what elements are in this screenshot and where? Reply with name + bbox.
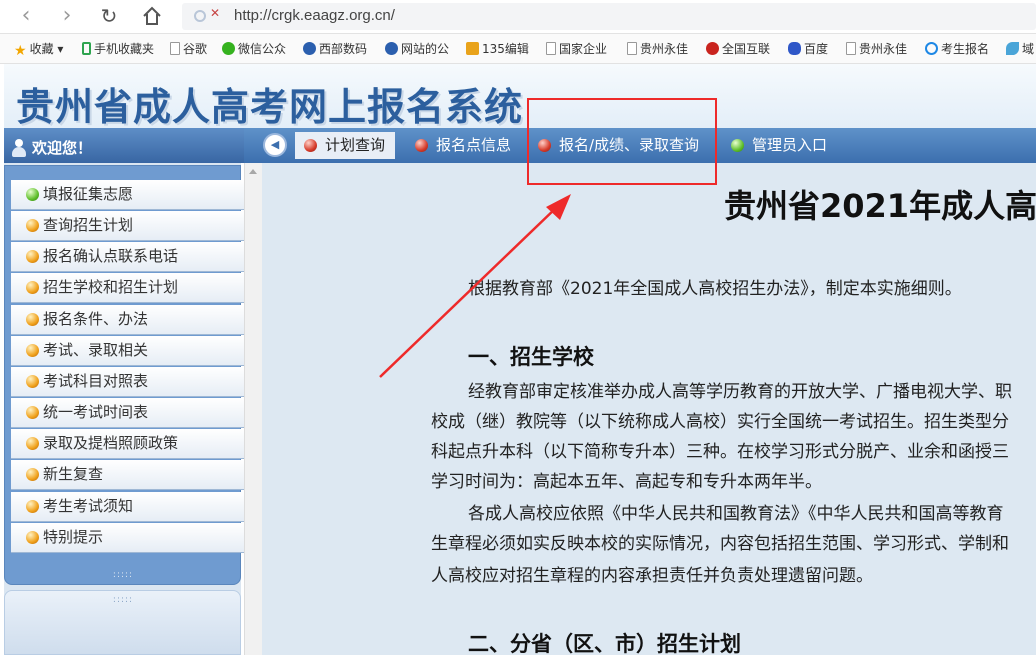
bookmark-item[interactable]: 网站的公 xyxy=(385,40,449,58)
bookmark-item[interactable]: 谷歌 xyxy=(170,40,207,58)
sidebar-secondary-panel: ::::: xyxy=(4,590,241,655)
highlight-box xyxy=(527,98,717,185)
sidebar-item[interactable]: 考试科目对照表 xyxy=(11,367,247,397)
doc-icon xyxy=(546,42,556,55)
site-header: 贵州省成人高考网上报名系统 xyxy=(4,64,1036,129)
collapse-sidebar-button[interactable]: ◀ xyxy=(263,133,287,157)
status-dot-icon xyxy=(26,437,39,450)
intro-paragraph: 根据教育部《2021年全国成人高校招生办法》，制定本实施细则。 xyxy=(468,279,962,299)
leaf-icon xyxy=(1006,42,1019,55)
sidebar: 填报征集志愿 查询招生计划 报名确认点联系电话 招生学校和招生计划 报名条件、办… xyxy=(4,163,247,655)
bookmark-item[interactable]: 国家企业 xyxy=(546,40,607,58)
status-dot-icon xyxy=(26,344,39,357)
emblem-icon xyxy=(706,42,719,55)
doc-icon xyxy=(846,42,856,55)
globe-icon xyxy=(303,42,316,55)
bookmark-item[interactable]: ★ 收藏 ▾ xyxy=(14,40,63,59)
sidebar-item[interactable]: 考生考试须知 xyxy=(11,492,247,522)
status-dot-icon xyxy=(26,531,39,544)
sidebar-menu-panel: 填报征集志愿 查询招生计划 报名确认点联系电话 招生学校和招生计划 报名条件、办… xyxy=(4,165,247,585)
status-dot-icon xyxy=(26,500,39,513)
sidebar-item[interactable]: 新生复查 xyxy=(11,460,247,490)
ring-icon xyxy=(925,42,938,55)
site-info-icon[interactable] xyxy=(194,10,206,22)
resize-grip-icon[interactable]: ::::: xyxy=(108,596,138,605)
chevron-left-icon[interactable]: ‹ xyxy=(14,5,38,29)
main-nav: 欢迎您！ ◀ 计划查询 报名点信息 报名/成绩、录取查询 管理员入口 xyxy=(4,128,1036,163)
document-title: 贵州省2021年成人高 xyxy=(724,187,1036,225)
status-dot-icon xyxy=(26,281,39,294)
status-dot-icon xyxy=(304,139,317,152)
scroll-up-icon[interactable] xyxy=(249,169,257,174)
home-icon[interactable] xyxy=(140,5,164,29)
bookmark-item[interactable]: 百度 xyxy=(788,40,828,58)
site-title: 贵州省成人高考网上报名系统 xyxy=(16,85,524,129)
status-dot-icon xyxy=(26,406,39,419)
globe-icon xyxy=(385,42,398,55)
bookmark-item[interactable]: 手机收藏夹 xyxy=(82,40,154,58)
browser-toolbar: ‹ › ↻ ✕ http://crgk.eaagz.org.cn/ xyxy=(0,0,1036,34)
resize-grip-icon[interactable]: ::::: xyxy=(108,571,138,580)
nav-plan-query[interactable]: 计划查询 xyxy=(295,132,396,159)
sidebar-item[interactable]: 查询招生计划 xyxy=(11,211,247,241)
wechat-icon xyxy=(222,42,235,55)
bookmark-item[interactable]: 西部数码 xyxy=(303,40,367,58)
paragraph-line: 各成人高校应依照《中华人民共和国教育法》《中华人民共和国高等教育 xyxy=(468,504,1004,524)
paragraph-line: 学习时间为：高起本五年、高起专和专升本两年半。 xyxy=(431,472,822,492)
bookmark-item[interactable]: 域 xyxy=(1006,40,1034,58)
welcome-block: 欢迎您！ xyxy=(4,128,244,163)
status-dot-icon xyxy=(26,188,39,201)
sidebar-item[interactable]: 报名条件、办法 xyxy=(11,305,247,335)
reload-icon[interactable]: ↻ xyxy=(97,5,121,29)
status-dot-icon xyxy=(415,139,428,152)
nav-admin-entry[interactable]: 管理员入口 xyxy=(722,132,837,159)
bookmark-item[interactable]: 135编辑 xyxy=(466,40,529,58)
sidebar-item[interactable]: 考试、录取相关 xyxy=(11,336,247,366)
insecure-icon: ✕ xyxy=(210,6,221,20)
doc-icon xyxy=(627,42,637,55)
bookmarks-bar: ★ 收藏 ▾ 手机收藏夹 谷歌 微信公众 西部数码 网站的公 135编辑 国家企业… xyxy=(0,34,1036,64)
nav-registration-points[interactable]: 报名点信息 xyxy=(406,132,521,159)
sidebar-item[interactable]: 统一考试时间表 xyxy=(11,398,247,428)
editor-icon xyxy=(466,42,479,55)
user-icon xyxy=(12,139,26,157)
phone-icon xyxy=(82,42,91,55)
bookmark-item[interactable]: 全国互联 xyxy=(706,40,770,58)
bookmark-item[interactable]: 考生报名 xyxy=(925,40,989,58)
bookmark-item[interactable]: 贵州永佳 xyxy=(846,40,907,58)
main-content: 贵州省2021年成人高 根据教育部《2021年全国成人高校招生办法》，制定本实施… xyxy=(262,163,1036,655)
sidebar-item[interactable]: 填报征集志愿 xyxy=(11,180,247,210)
baidu-paw-icon xyxy=(788,42,801,55)
sidebar-item[interactable]: 报名确认点联系电话 xyxy=(11,242,247,272)
bookmark-item[interactable]: 微信公众 xyxy=(222,40,286,58)
status-dot-icon xyxy=(26,468,39,481)
url-text[interactable]: http://crgk.eaagz.org.cn/ xyxy=(234,7,395,24)
bookmark-item[interactable]: 贵州永佳 xyxy=(627,40,688,58)
star-icon: ★ xyxy=(14,43,27,59)
paragraph-line: 校成（继）教院等（以下统称成人高校）实行全国统一考试招生。招生类型分 xyxy=(431,412,1009,432)
sidebar-item[interactable]: 特别提示 xyxy=(11,523,247,553)
doc-icon xyxy=(170,42,180,55)
status-dot-icon xyxy=(26,250,39,263)
status-dot-icon xyxy=(26,313,39,326)
address-bar[interactable]: ✕ http://crgk.eaagz.org.cn/ xyxy=(182,3,1036,30)
section-heading: 二、分省（区、市）招生计划 xyxy=(468,632,741,655)
status-dot-icon xyxy=(26,375,39,388)
paragraph-line: 人高校应对招生章程的内容承担责任并负责处理遗留问题。 xyxy=(431,566,873,586)
welcome-text: 欢迎您！ xyxy=(32,139,93,157)
paragraph-line: 经教育部审定核准举办成人高等学历教育的开放大学、广播电视大学、职 xyxy=(468,382,1012,402)
chevron-right-icon[interactable]: › xyxy=(55,5,79,29)
sidebar-item[interactable]: 招生学校和招生计划 xyxy=(11,273,247,303)
paragraph-line: 科起点升本科（以下简称专升本）三种。在校学习形式分脱产、业余和函授三 xyxy=(431,442,1009,462)
status-dot-icon xyxy=(26,219,39,232)
status-dot-icon xyxy=(731,139,744,152)
sidebar-item[interactable]: 录取及提档照顾政策 xyxy=(11,429,247,459)
section-heading: 一、招生学校 xyxy=(468,345,594,369)
paragraph-line: 生章程必须如实反映本校的实际情况，内容包括招生范围、学习形式、学制和 xyxy=(431,534,1009,554)
sidebar-scrollbar[interactable] xyxy=(244,163,262,655)
